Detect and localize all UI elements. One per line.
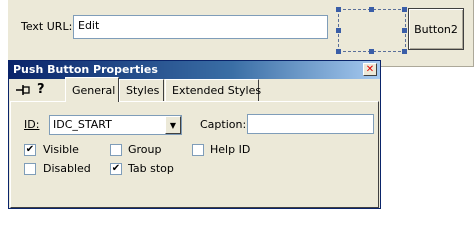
chevron-down-icon[interactable]: ▼	[165, 116, 181, 134]
resize-handle[interactable]	[402, 28, 407, 33]
tab-stop-checkbox[interactable]: ✔	[110, 163, 122, 175]
close-icon: ✕	[365, 63, 375, 75]
group-label: Group	[128, 143, 162, 156]
window-title: Push Button Properties	[13, 63, 158, 76]
button2-control[interactable]: Button2	[408, 8, 464, 50]
resize-handle[interactable]	[336, 7, 341, 12]
close-button[interactable]: ✕	[363, 63, 377, 76]
id-label: ID:	[24, 118, 40, 131]
resize-handle[interactable]	[402, 49, 407, 54]
question-icon[interactable]: ?	[37, 82, 45, 97]
tab-stop-label: Tab stop	[128, 162, 174, 175]
tab-extended-styles[interactable]: Extended Styles	[165, 79, 261, 101]
general-tab-panel: ID: IDC_START ▼ Caption: ✔ Visible Group…	[10, 101, 379, 208]
caption-label: Caption:	[200, 118, 247, 131]
resize-handle[interactable]	[369, 7, 374, 12]
properties-window: Push Button Properties ✕ ? General Style…	[8, 60, 381, 209]
visible-label: Visible	[43, 143, 79, 156]
tab-styles[interactable]: Styles	[119, 79, 164, 101]
url-edit-control[interactable]: Edit	[73, 15, 328, 39]
tab-general[interactable]: General	[65, 77, 119, 102]
help-id-label: Help ID	[210, 143, 251, 156]
resize-handle[interactable]	[369, 49, 374, 54]
resize-handle[interactable]	[402, 7, 407, 12]
help-id-checkbox[interactable]	[192, 144, 204, 156]
dialog-editor-canvas[interactable]: Text URL: Edit Button2	[7, 0, 474, 67]
selected-button-control[interactable]	[338, 9, 406, 52]
disabled-checkbox[interactable]	[24, 163, 36, 175]
id-combobox[interactable]: IDC_START	[49, 115, 182, 135]
visible-checkbox[interactable]: ✔	[24, 144, 36, 156]
resize-handle[interactable]	[336, 49, 341, 54]
resize-handle[interactable]	[336, 28, 341, 33]
disabled-label: Disabled	[43, 162, 91, 175]
pin-icon[interactable]	[15, 84, 31, 99]
caption-input[interactable]	[247, 114, 374, 134]
group-checkbox[interactable]	[110, 144, 122, 156]
text-url-label[interactable]: Text URL:	[21, 20, 72, 33]
